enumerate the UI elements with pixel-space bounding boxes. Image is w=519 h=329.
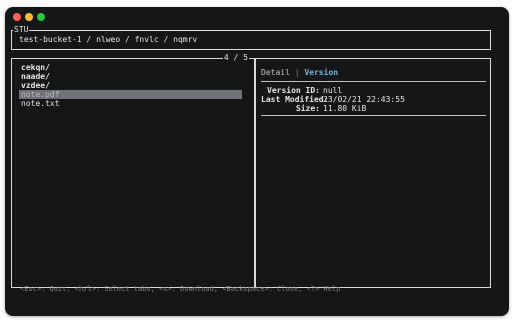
detail-tabs: Detail | Version (261, 68, 338, 77)
list-counter: 4 / 5 (222, 53, 249, 62)
breadcrumb-title: STU (13, 25, 30, 34)
object-list: cekqn/ naade/ vzdee/ note.pdf note.txt (19, 63, 242, 108)
property-key: Version ID: (267, 86, 320, 95)
tab-detail[interactable]: Detail (261, 68, 290, 77)
list-item-note-txt[interactable]: note.txt (19, 99, 242, 108)
property-value: null (323, 86, 343, 95)
list-item-note-pdf[interactable]: note.pdf (19, 90, 242, 99)
property-value: 23/02/21 22:43:55 (323, 95, 405, 104)
divider (261, 81, 486, 82)
divider (261, 115, 486, 116)
object-list-panel: 4 / 5 cekqn/ naade/ vzdee/ note.pdf note… (11, 53, 255, 288)
breadcrumb: test-bucket-1 / nlweo / fnvlc / nqmrv (19, 35, 198, 44)
zoom-window-button[interactable] (37, 13, 45, 21)
list-item-vzdee[interactable]: vzdee/ (19, 81, 242, 90)
tab-separator: | (289, 68, 305, 77)
help-bar: <Esc>: Quit, <h/l>: Select tabs, <s>: Do… (20, 285, 341, 293)
property-row: Version ID: null (261, 86, 405, 95)
tab-version[interactable]: Version (304, 68, 338, 77)
minimize-window-button[interactable] (25, 13, 33, 21)
version-properties: Version ID: null Last Modified:23/02/21 2… (261, 86, 405, 113)
property-row: Last Modified:23/02/21 22:43:55 (261, 95, 405, 104)
property-key: Last Modified: (261, 95, 329, 104)
property-value: 11.80 KiB (323, 104, 367, 113)
close-window-button[interactable] (13, 13, 21, 21)
list-item-naade[interactable]: naade/ (19, 72, 242, 81)
detail-panel: Detail | Version Version ID: null Last Mo… (255, 58, 491, 288)
property-row: Size: 11.80 KiB (261, 104, 405, 113)
property-key: Size: (295, 104, 320, 113)
breadcrumb-panel: STU test-bucket-1 / nlweo / fnvlc / nqmr… (11, 25, 491, 50)
list-item-cekqn[interactable]: cekqn/ (19, 63, 242, 72)
